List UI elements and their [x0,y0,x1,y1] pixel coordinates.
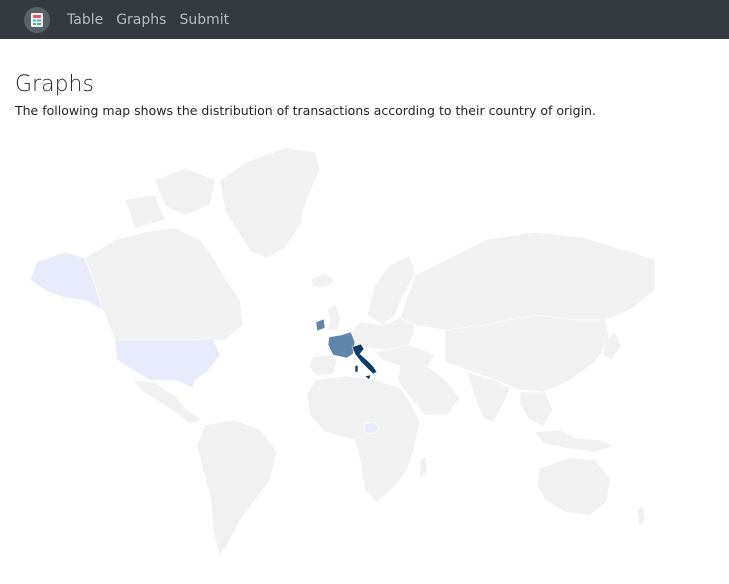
country-southeast-asia[interactable] [519,391,554,427]
country-australia[interactable] [536,457,611,516]
country-iceland[interactable] [310,273,336,289]
main-content: Graphs The following map shows the distr… [0,72,729,118]
country-africa[interactable] [306,375,421,503]
nav-link-submit[interactable]: Submit [179,12,229,28]
world-map-svg [29,147,655,556]
country-united-states[interactable] [114,337,221,389]
world-map [15,140,655,570]
page-description: The following map shows the distribution… [15,103,596,118]
country-indonesia[interactable] [534,429,614,453]
country-madagascar[interactable] [419,455,428,479]
country-canada-islands[interactable] [124,167,216,229]
country-russia[interactable] [399,231,655,331]
country-greenland[interactable] [219,147,321,259]
country-france[interactable] [327,331,356,359]
country-united-kingdom[interactable] [326,303,342,331]
country-iberia[interactable] [308,354,338,377]
app-logo-icon[interactable] [24,6,50,33]
country-south-america[interactable] [196,419,278,556]
top-navbar: Table Graphs Submit [0,0,729,39]
country-canada[interactable] [84,227,244,341]
country-italy[interactable] [351,343,378,381]
country-ireland[interactable] [315,318,326,332]
nav-link-table[interactable]: Table [67,12,103,28]
nav-link-graphs[interactable]: Graphs [116,12,166,28]
country-new-zealand[interactable] [636,505,646,527]
page-title: Graphs [15,72,94,97]
